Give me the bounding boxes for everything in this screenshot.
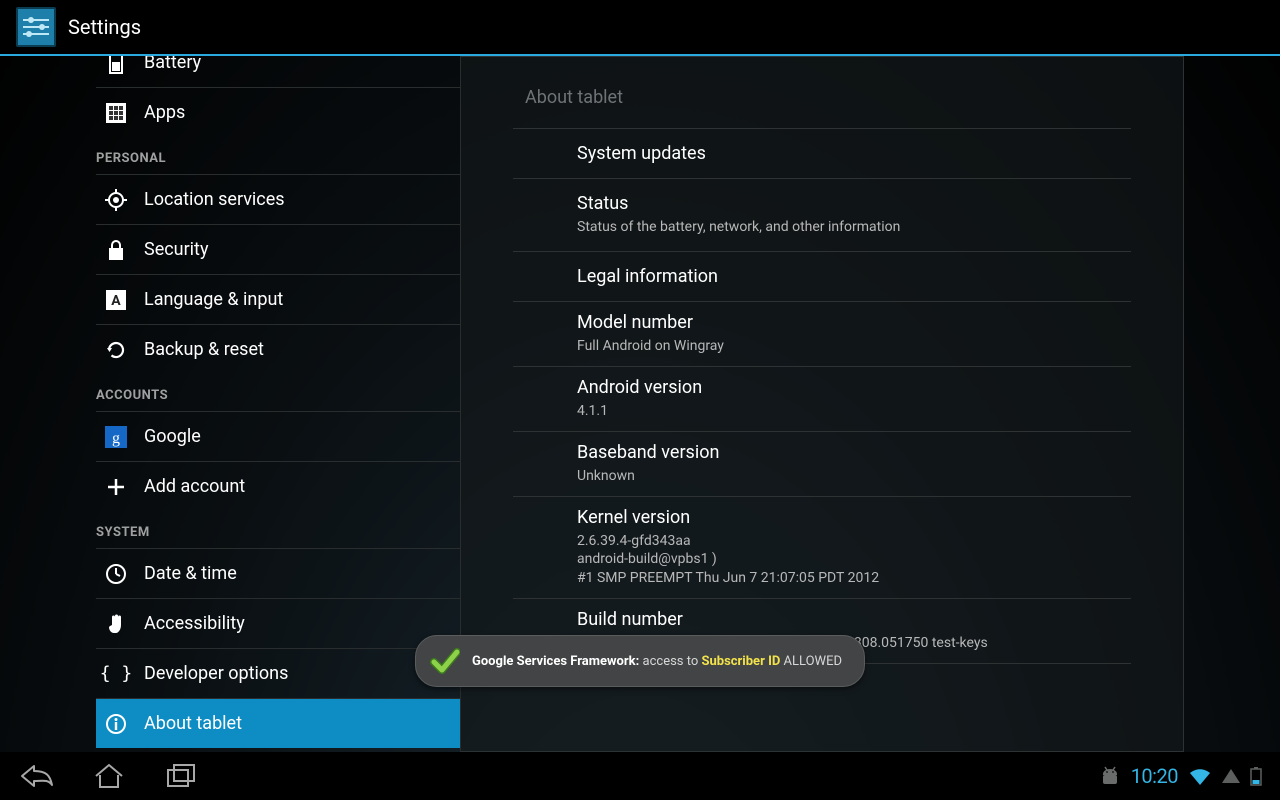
system-navigation-bar: 10:20 bbox=[0, 752, 1280, 800]
sidebar-item-label: Date & time bbox=[144, 563, 237, 584]
back-button[interactable] bbox=[18, 760, 56, 792]
lock-icon bbox=[104, 238, 128, 262]
sidebar-item-label: Location services bbox=[144, 189, 285, 210]
plus-icon bbox=[104, 475, 128, 499]
home-button[interactable] bbox=[90, 760, 128, 792]
language-icon: A bbox=[104, 288, 128, 312]
pref-title: Model number bbox=[577, 312, 1131, 333]
google-icon: g bbox=[104, 425, 128, 449]
sidebar-item-backup[interactable]: Backup & reset bbox=[96, 325, 460, 374]
action-bar: Settings bbox=[0, 0, 1280, 56]
svg-text:g: g bbox=[112, 430, 120, 447]
sidebar-item-label: Apps bbox=[144, 102, 185, 123]
signal-icon bbox=[1222, 769, 1240, 783]
sidebar-item-label: Language & input bbox=[144, 289, 283, 310]
pref-title: System updates bbox=[577, 143, 1131, 164]
status-area[interactable]: 10:20 bbox=[1099, 764, 1262, 788]
battery-icon bbox=[104, 56, 128, 75]
pref-summary: Unknown bbox=[577, 467, 1131, 486]
sidebar-item-security[interactable]: Security bbox=[96, 225, 460, 274]
pref-summary: 2.6.39.4-gfd343aa android-build@vpbs1 ) … bbox=[577, 532, 1131, 589]
sidebar-item-google[interactable]: g Google bbox=[96, 412, 460, 461]
pref-title: Legal information bbox=[577, 266, 1131, 287]
pref-system-updates[interactable]: System updates bbox=[513, 129, 1131, 178]
braces-icon: { } bbox=[104, 662, 128, 686]
detail-title: About tablet bbox=[513, 69, 1131, 128]
pref-title: Baseband version bbox=[577, 442, 1131, 463]
pref-summary: Full Android on Wingray bbox=[577, 337, 1131, 356]
pref-status[interactable]: Status Status of the battery, network, a… bbox=[513, 179, 1131, 251]
sidebar-item-about[interactable]: About tablet bbox=[96, 699, 460, 748]
sidebar-item-label: Security bbox=[144, 239, 208, 260]
recent-apps-button[interactable] bbox=[162, 760, 200, 792]
sidebar-item-label: Battery bbox=[144, 56, 201, 73]
sidebar-item-label: Developer options bbox=[144, 663, 288, 684]
pref-title: Android version bbox=[577, 377, 1131, 398]
pref-title: Status bbox=[577, 193, 1131, 214]
sidebar-item-language[interactable]: A Language & input bbox=[96, 275, 460, 324]
wifi-icon bbox=[1188, 766, 1212, 786]
action-bar-title: Settings bbox=[68, 15, 141, 39]
check-icon bbox=[430, 646, 460, 676]
apps-icon bbox=[104, 101, 128, 125]
toast-message: Google Services Framework: access to Sub… bbox=[472, 654, 842, 669]
toast-mid: access to bbox=[643, 654, 702, 669]
toast-suffix: ALLOWED bbox=[780, 654, 842, 669]
sidebar-item-location[interactable]: Location services bbox=[96, 175, 460, 224]
svg-text:A: A bbox=[111, 293, 121, 309]
sidebar-header-personal: PERSONAL bbox=[96, 137, 460, 174]
sidebar-item-accessibility[interactable]: Accessibility bbox=[96, 599, 460, 648]
sidebar-item-label: Google bbox=[144, 426, 201, 447]
settings-sidebar: Battery Apps PERSONAL Location servi bbox=[0, 56, 460, 752]
status-clock: 10:20 bbox=[1131, 764, 1178, 788]
android-icon bbox=[1099, 766, 1121, 786]
info-icon bbox=[104, 712, 128, 736]
pref-summary: Status of the battery, network, and othe… bbox=[577, 218, 1131, 237]
toast-highlight: Subscriber ID bbox=[701, 654, 780, 669]
location-icon bbox=[104, 188, 128, 212]
sidebar-item-label: About tablet bbox=[144, 713, 242, 734]
pref-title: Kernel version bbox=[577, 507, 1131, 528]
pref-model[interactable]: Model number Full Android on Wingray bbox=[513, 302, 1131, 366]
sidebar-item-apps[interactable]: Apps bbox=[96, 88, 460, 137]
pref-kernel[interactable]: Kernel version 2.6.39.4-gfd343aa android… bbox=[513, 497, 1131, 599]
sidebar-header-accounts: ACCOUNTS bbox=[96, 374, 460, 411]
pref-title: Build number bbox=[577, 609, 1131, 630]
sidebar-item-label: Backup & reset bbox=[144, 339, 264, 360]
sidebar-item-datetime[interactable]: Date & time bbox=[96, 549, 460, 598]
pref-android-version[interactable]: Android version 4.1.1 bbox=[513, 367, 1131, 431]
pref-legal[interactable]: Legal information bbox=[513, 252, 1131, 301]
pref-baseband[interactable]: Baseband version Unknown bbox=[513, 432, 1131, 496]
sidebar-item-label: Add account bbox=[144, 476, 245, 497]
hand-icon bbox=[104, 612, 128, 636]
sidebar-item-battery[interactable]: Battery bbox=[96, 56, 460, 87]
toast-bold: Google Services Framework: bbox=[472, 654, 643, 669]
toast: Google Services Framework: access to Sub… bbox=[415, 635, 865, 687]
sidebar-item-add-account[interactable]: Add account bbox=[96, 462, 460, 511]
refresh-icon bbox=[104, 338, 128, 362]
clock-icon bbox=[104, 562, 128, 586]
settings-app-icon bbox=[16, 7, 56, 47]
battery-status-icon bbox=[1250, 766, 1262, 786]
sidebar-item-developer[interactable]: { } Developer options bbox=[96, 649, 460, 698]
pref-summary: 4.1.1 bbox=[577, 402, 1131, 421]
sidebar-header-system: SYSTEM bbox=[96, 511, 460, 548]
sidebar-item-label: Accessibility bbox=[144, 613, 245, 634]
